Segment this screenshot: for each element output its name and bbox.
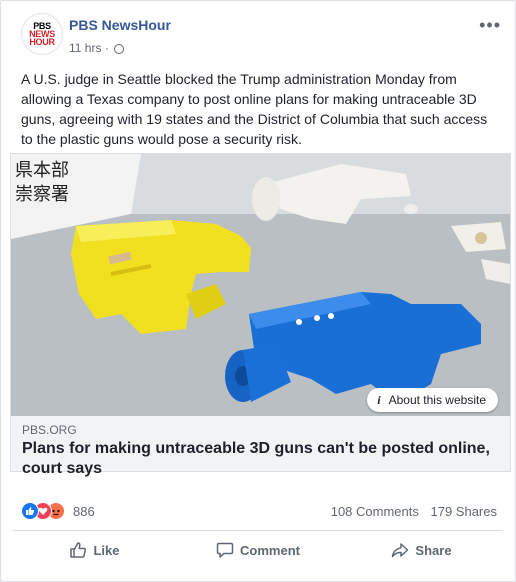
about-this-website-button[interactable]: i About this website	[367, 388, 498, 412]
engagement-stats: 886 108 Comments 179 Shares	[21, 501, 497, 521]
post-card: PBS NEWS HOUR PBS NewsHour 11 hrs · ••• …	[0, 0, 516, 582]
reaction-icons[interactable]	[21, 502, 65, 520]
meta-separator: ·	[104, 41, 109, 55]
3d-printed-guns-photo: 県本部 崇察署	[11, 154, 510, 416]
sign-text-1: 県本部	[15, 160, 69, 181]
page-name-link[interactable]: PBS NewsHour	[69, 17, 171, 33]
link-domain: PBS.ORG	[22, 423, 77, 437]
comments-count[interactable]: 108 Comments	[331, 504, 419, 519]
link-preview[interactable]: 県本部 崇察署 i About this website PBS.ORG Pla…	[10, 153, 511, 477]
link-preview-body[interactable]: PBS.ORG Plans for making untraceable 3D …	[11, 416, 510, 477]
link-title[interactable]: Plans for making untraceable 3D guns can…	[22, 439, 502, 479]
share-label: Share	[415, 543, 452, 558]
pbs-newshour-logo: PBS NEWS HOUR	[29, 21, 55, 47]
comment-share-counts: 108 Comments 179 Shares	[323, 504, 497, 519]
comment-label: Comment	[240, 543, 300, 558]
share-button[interactable]: Share	[340, 533, 503, 569]
post-header: PBS NEWS HOUR PBS NewsHour 11 hrs · •••	[11, 13, 505, 61]
share-icon	[392, 543, 409, 558]
like-button[interactable]: Like	[13, 533, 176, 569]
comment-button[interactable]: Comment	[176, 533, 340, 569]
like-reaction-icon	[21, 502, 39, 520]
info-icon: i	[377, 393, 381, 407]
more-options-icon[interactable]: •••	[479, 15, 501, 36]
page-avatar[interactable]: PBS NEWS HOUR	[21, 13, 63, 55]
like-label: Like	[93, 543, 120, 558]
shares-count[interactable]: 179 Shares	[431, 504, 498, 519]
post-meta: 11 hrs ·	[69, 41, 125, 55]
reaction-count[interactable]: 886	[73, 504, 95, 519]
globe-icon[interactable]	[114, 44, 125, 54]
about-label: About this website	[388, 393, 486, 407]
action-bar: Like Comment Share	[13, 533, 503, 569]
comment-icon	[216, 542, 234, 558]
sign-text-2: 崇察署	[15, 184, 69, 205]
post-timestamp[interactable]: 11 hrs	[69, 41, 101, 55]
post-text: A U.S. judge in Seattle blocked the Trum…	[21, 71, 488, 147]
divider	[13, 530, 503, 531]
thumbs-up-icon	[70, 542, 87, 558]
link-preview-image[interactable]: 県本部 崇察署 i About this website	[11, 154, 510, 416]
